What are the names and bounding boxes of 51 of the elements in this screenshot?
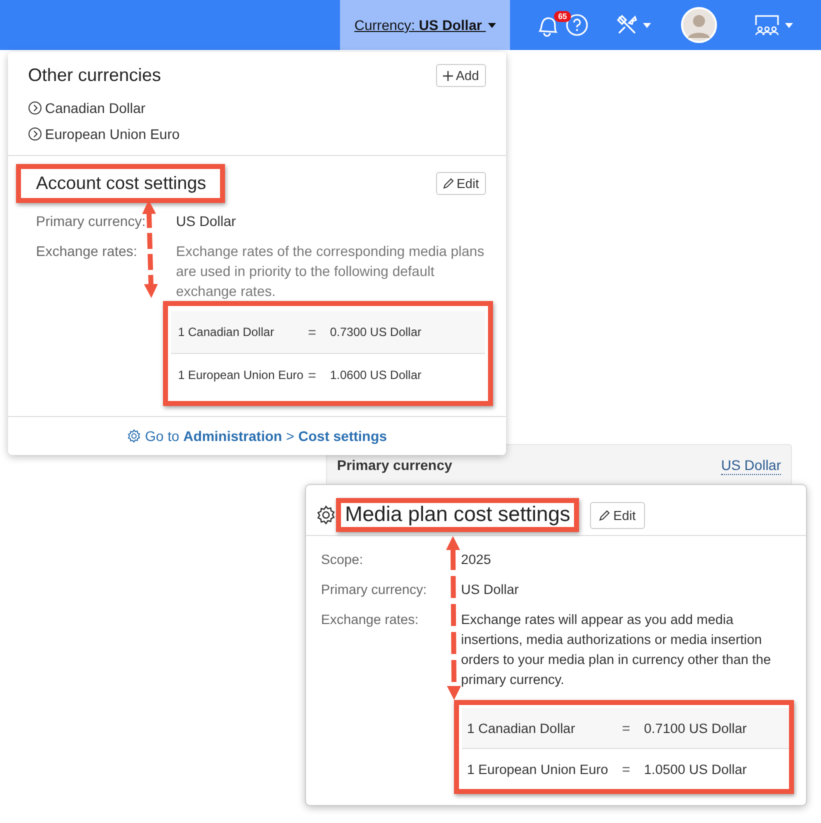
field-value: US Dollar [461, 581, 519, 599]
field-label: Exchange rates: [36, 242, 138, 261]
presentation-icon[interactable] [753, 13, 781, 37]
chevron-circle-icon [28, 127, 42, 141]
rate-value: 1.0600 US Dollar [330, 368, 422, 382]
panel-label: Primary currency [337, 457, 452, 475]
equals-sign: = [622, 761, 632, 777]
administration-link[interactable]: Administration [183, 428, 282, 444]
field-value: 2025 [461, 551, 492, 569]
popover-title: Media plan cost settings [345, 503, 570, 526]
notification-badge: 65 [554, 11, 571, 22]
currency-link[interactable]: Canadian Dollar [45, 100, 146, 116]
equals-sign: = [308, 367, 318, 383]
rate-value: 1.0500 US Dollar [644, 762, 747, 776]
caret-icon[interactable] [785, 22, 793, 28]
rate-currency: 1 Canadian Dollar [178, 325, 276, 339]
settings-icon [127, 429, 142, 443]
field-value: US Dollar [176, 212, 236, 231]
pencil-icon [599, 510, 610, 520]
add-button[interactable]: Add [436, 64, 486, 87]
section-title: Other currencies [28, 65, 162, 86]
edit-button[interactable]: Edit [436, 172, 486, 195]
help-icon[interactable] [565, 13, 589, 37]
caret-icon[interactable] [643, 22, 651, 28]
settings-icon [316, 505, 336, 525]
edit-button[interactable]: Edit [590, 502, 645, 528]
breadcrumb-separator: > [286, 428, 294, 444]
field-value: Exchange rates will appear as you add media insertions, media authorizations or media insertion orders to your media plan in currency other than the primary currency. [461, 611, 772, 689]
rate-value: 0.7300 US Dollar [330, 325, 422, 339]
chevron-circle-icon [28, 101, 42, 115]
field-label: Exchange rates: [321, 611, 420, 629]
section-title: Account cost settings [36, 173, 206, 193]
pencil-icon [442, 178, 454, 189]
equals-sign: = [308, 324, 318, 340]
field-label: Primary currency: [36, 212, 147, 231]
plus-icon [442, 70, 453, 80]
rate-currency: 1 European Union Euro [467, 762, 610, 776]
caret-icon [488, 22, 496, 28]
rate-currency: 1 Canadian Dollar [467, 720, 576, 736]
equals-sign: = [622, 720, 632, 736]
field-label: Scope: [321, 551, 364, 569]
field-value: Exchange rates of the corresponding media plans are used in priority to the following default exchange rates. [176, 242, 486, 301]
footer-text: Go to [145, 428, 180, 444]
cost-settings-link[interactable]: Cost settings [298, 428, 387, 444]
currency-menu-button[interactable]: Currency: US Dollar [340, 0, 510, 50]
currency-link[interactable]: European Union Euro [45, 126, 180, 142]
rate-value: 0.7100 US Dollar [644, 720, 747, 736]
field-label: Primary currency: [321, 581, 428, 599]
rate-currency: 1 European Union Euro [178, 368, 304, 382]
avatar[interactable] [681, 7, 717, 43]
currency-link[interactable]: US Dollar [721, 457, 781, 475]
